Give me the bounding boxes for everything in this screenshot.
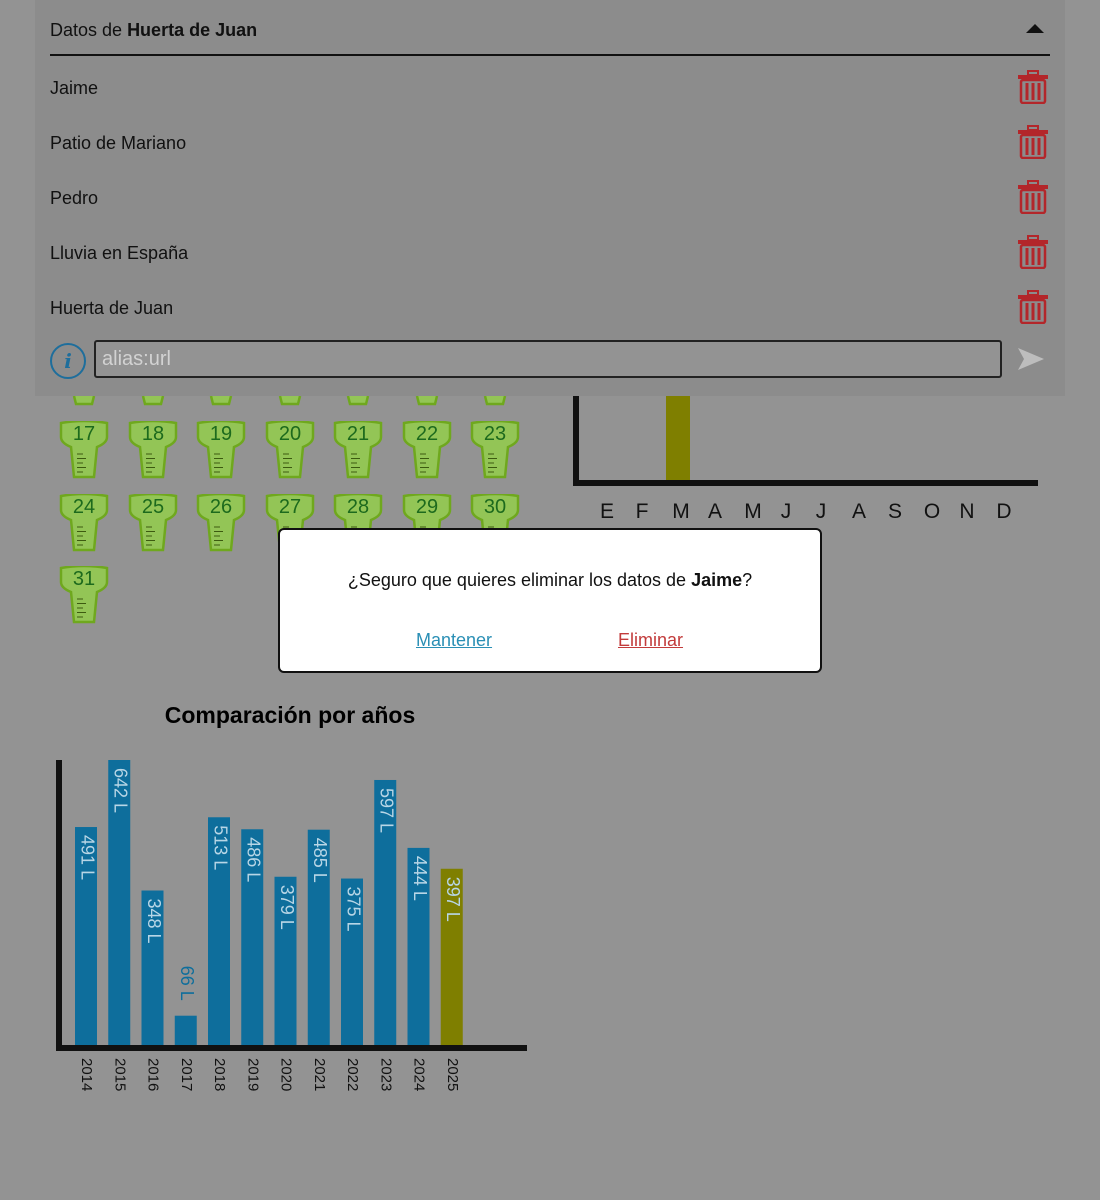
year-bar-label: 397 L (443, 877, 463, 922)
alias-url-input[interactable] (94, 340, 1002, 378)
year-tick-label: 2015 (111, 1058, 128, 1091)
year-tick-label: 2022 (344, 1058, 361, 1091)
panel-title-prefix: Datos de (50, 20, 123, 40)
panel-header[interactable]: Datos de Huerta de Juan (50, 0, 1050, 56)
keep-button[interactable]: Mantener (416, 630, 492, 651)
location-name[interactable]: Lluvia en España (50, 243, 188, 264)
year-bar-label: 348 L (144, 899, 164, 944)
locations-panel: Datos de Huerta de Juan Jaime Patio de Ma… (35, 0, 1065, 396)
year-bar-label: 444 L (410, 856, 430, 901)
trash-icon[interactable] (1016, 180, 1050, 214)
year-tick-label: 2024 (411, 1058, 428, 1091)
dialog-message-suffix: ? (742, 570, 753, 590)
year-bar-label: 491 L (77, 835, 97, 880)
year-tick-label: 2019 (244, 1058, 261, 1091)
send-icon[interactable] (1018, 348, 1044, 370)
year-tick-label: 2023 (377, 1058, 394, 1091)
location-name[interactable]: Huerta de Juan (50, 298, 173, 319)
year-bar-label: 642 L (111, 768, 131, 813)
year-tick-label: 2014 (78, 1058, 95, 1091)
year-tick-label: 2025 (444, 1058, 461, 1091)
year-bar-label: 485 L (310, 838, 330, 883)
trash-icon[interactable] (1016, 290, 1050, 324)
year-tick-label: 2016 (145, 1058, 162, 1091)
location-name[interactable]: Jaime (50, 78, 98, 99)
trash-icon[interactable] (1016, 125, 1050, 159)
info-icon[interactable]: i (50, 343, 86, 379)
panel-title: Datos de Huerta de Juan (50, 20, 257, 41)
delete-button[interactable]: Eliminar (618, 630, 683, 651)
year-tick-label: 2021 (311, 1058, 328, 1091)
location-row: Lluvia en España (50, 233, 1050, 273)
location-row: Jaime (50, 68, 1050, 108)
location-row: Pedro (50, 178, 1050, 218)
dialog-message: ¿Seguro que quieres eliminar los datos d… (280, 570, 820, 591)
year-bar-label: 597 L (377, 788, 397, 833)
location-row: Patio de Mariano (50, 123, 1050, 163)
confirm-delete-dialog: ¿Seguro que quieres eliminar los datos d… (278, 528, 822, 673)
location-row: Huerta de Juan (50, 288, 1050, 328)
year-bar-label: 513 L (210, 825, 230, 870)
trash-icon[interactable] (1016, 70, 1050, 104)
panel-title-location: Huerta de Juan (127, 20, 258, 40)
year-bar-label: 379 L (277, 885, 297, 930)
trash-icon[interactable] (1016, 235, 1050, 269)
year-tick-label: 2018 (211, 1058, 228, 1091)
location-name[interactable]: Pedro (50, 188, 98, 209)
year-bar-label: 375 L (343, 887, 363, 932)
year-tick-label: 2020 (278, 1058, 295, 1091)
add-location-row: i (50, 340, 1050, 382)
year-bar-label: 486 L (244, 837, 264, 882)
collapse-arrow-icon[interactable] (1026, 24, 1044, 33)
year-bar-2017 (174, 1015, 197, 1045)
dialog-message-prefix: ¿Seguro que quieres eliminar los datos d… (347, 570, 692, 590)
year-tick-label: 2017 (178, 1058, 195, 1091)
dialog-message-name: Jaime (691, 570, 743, 590)
location-name[interactable]: Patio de Mariano (50, 133, 186, 154)
year-bar-label: 66 L (177, 966, 197, 1001)
